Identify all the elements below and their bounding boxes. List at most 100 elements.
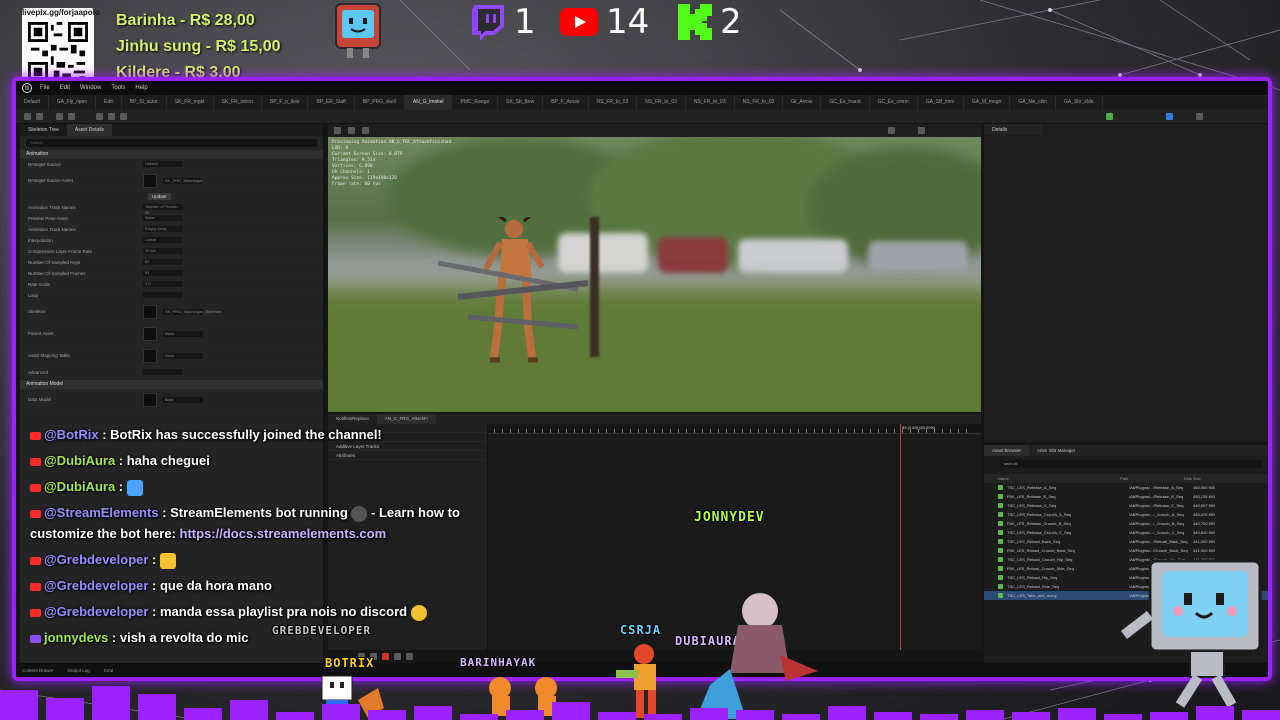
editor-tab[interactable]: SK_FR_mgkt (167, 95, 214, 110)
step-forward-icon[interactable] (406, 653, 413, 660)
content-drawer-button[interactable]: Content Drawer (22, 668, 54, 673)
perspective-icon[interactable] (348, 127, 355, 134)
menu-item-file[interactable]: File (40, 85, 50, 91)
property-value[interactable]: None (143, 215, 183, 221)
youtube-badge-icon (30, 608, 41, 617)
editor-tab[interactable]: GA_M_mogn (964, 95, 1011, 110)
record-icon[interactable] (382, 653, 389, 660)
property-value[interactable]: 52 (143, 259, 183, 265)
tab-asset-details[interactable]: Asset Details (66, 124, 113, 136)
property-value[interactable]: 1.0 (143, 281, 183, 287)
anim-sequence-icon (998, 503, 1003, 508)
section-animation-model[interactable]: Animation Model (20, 380, 323, 389)
property-value[interactable]: Bone (163, 396, 203, 403)
anim-mode-icon[interactable] (120, 113, 127, 120)
editor-tab[interactable]: GA_Shr_clde (1056, 95, 1103, 110)
menu-item-help[interactable]: Help (135, 85, 147, 91)
column-name[interactable]: Name (998, 476, 1120, 481)
menu-item-window[interactable]: Window (80, 85, 101, 91)
viewport-menu-icon[interactable] (334, 127, 341, 134)
editor-tab[interactable]: SK_Sh_Bow (498, 95, 544, 110)
asset-row[interactable]: TSC_LES_Release_Crouch_C_Seq/All/Plugins… (984, 528, 1268, 537)
tab-anim-slot-manager[interactable]: Anim Slot Manager (1029, 445, 1083, 456)
editor-tab[interactable]: NS_FR_to_03 (735, 95, 784, 110)
editor-tab[interactable]: BP_F_n_llow (262, 95, 309, 110)
editor-tab[interactable]: Default (16, 95, 49, 110)
property-value[interactable]: Empty Array (143, 226, 183, 232)
asset-thumbnail[interactable] (143, 326, 157, 341)
column-disk-size[interactable]: Disk Size (1184, 476, 1234, 481)
asset-row[interactable]: FAK_LES_Release_B_Seq/All/Plugins/.../Re… (984, 492, 1268, 501)
camera-speed-icon[interactable] (918, 127, 925, 134)
skeleton-mode-icon[interactable] (96, 113, 103, 120)
editor-tab[interactable]: AN_G_lmskel (404, 95, 453, 110)
lit-mode-icon[interactable] (362, 127, 369, 134)
editor-tab[interactable]: NS_FR_to_03 (589, 95, 638, 110)
property-value[interactable]: Number of Tracks: 92 (143, 204, 183, 215)
details-search-input[interactable]: Search (26, 139, 317, 147)
asset-thumbnail[interactable] (143, 348, 157, 363)
editor-tab[interactable]: BP_F_Arrow (543, 95, 589, 110)
editor-tab[interactable]: NS_FR_to_03 (637, 95, 686, 110)
play-icon[interactable] (1106, 113, 1113, 120)
editor-tab[interactable]: BP_PRG_skell (355, 95, 405, 110)
menu-item-tools[interactable]: Tools (111, 85, 125, 91)
column-path[interactable]: Path (1120, 476, 1184, 481)
property-value[interactable]: SK_PRG_Mannequin_Skeleton (163, 308, 221, 315)
grid-snap-icon[interactable] (888, 127, 895, 134)
editor-tab[interactable]: GA_SB_lmnr (918, 95, 964, 110)
asset-thumbnail[interactable] (143, 173, 157, 188)
editor-tab[interactable]: GA_Fiji_open (49, 95, 97, 110)
animation-viewport[interactable]: Previewing Animation AN_G_FBC_AttackFini… (328, 137, 981, 412)
editor-tab[interactable]: NS_FR_to_03 (686, 95, 735, 110)
tab-anim-sequence[interactable]: AN_G_FRG_AttackFi (376, 414, 436, 424)
tab-notifies[interactable]: Notifies/Replace (328, 414, 377, 424)
output-log-button[interactable]: Output Log (68, 668, 90, 673)
tab-details[interactable]: Details (984, 124, 1042, 135)
tab-asset-browser[interactable]: Asset Browser (984, 445, 1030, 456)
editor-tab[interactable]: GI_Arrow (783, 95, 822, 110)
asset-row[interactable]: TSC_LES_Release_C_Seq/All/Plugins/.../Re… (984, 501, 1268, 510)
property-value[interactable]: 30 fps (143, 248, 183, 254)
mesh-mode-icon[interactable] (108, 113, 115, 120)
more-icon[interactable] (1196, 113, 1203, 120)
property-value[interactable]: Linear (143, 237, 183, 243)
property-value[interactable]: None (163, 330, 203, 337)
asset-row[interactable]: TSC_LES_Release_Crouch_A_Seq/All/Plugins… (984, 510, 1268, 519)
asset-thumbnail[interactable] (143, 304, 157, 319)
asset-thumbnail[interactable] (143, 392, 157, 407)
editor-tab[interactable]: BP_ER_Staff (308, 95, 355, 110)
asset-search-input[interactable]: seek kil (1000, 460, 1262, 468)
play-pause-icon[interactable] (394, 653, 401, 660)
asset-row[interactable]: TSC_LES_Release_A_Seq/All/Plugins/.../Re… (984, 483, 1268, 492)
editor-tab[interactable]: GC_Ex_lnand (821, 95, 870, 110)
cmd-button[interactable]: Cmd (104, 668, 114, 673)
editor-tab[interactable]: Edit (96, 95, 122, 110)
asset-row[interactable]: TSC_LES_Reload_Back_Seq/All/Plugins/.../… (984, 537, 1268, 546)
chat-text: : (115, 479, 124, 494)
asset-row[interactable]: FAK_LES_Release_Crouch_B_Seq/All/Plugins… (984, 519, 1268, 528)
chat-link[interactable]: https://docs.streamelements.com (180, 526, 387, 541)
section-animation[interactable]: Animation (20, 150, 323, 159)
timeline-playhead[interactable] (900, 424, 901, 650)
property-value[interactable]: None (163, 352, 203, 359)
asset-row[interactable]: FAK_LES_Reload_Crouch_Back_Seq/All/Plugi… (984, 546, 1268, 555)
browse-icon[interactable] (36, 113, 43, 120)
redo-icon[interactable] (68, 113, 75, 120)
update-button[interactable]: Update (148, 193, 171, 200)
menu-item-edit[interactable]: Edit (60, 85, 70, 91)
settings-icon[interactable] (1166, 113, 1173, 120)
tab-skeleton-tree[interactable]: Skeleton Tree (20, 124, 67, 136)
editor-tab[interactable]: GC_Ex_cmnn (870, 95, 918, 110)
property-value[interactable]: Default (143, 161, 183, 167)
editor-tab[interactable]: GA_Me_cilm (1010, 95, 1056, 110)
property-value[interactable]: SK_PRG_Mannequin (163, 177, 203, 184)
editor-tab[interactable]: SK_FR_lotron (214, 95, 262, 110)
undo-icon[interactable] (56, 113, 63, 120)
property-value[interactable]: 51 (143, 270, 183, 276)
editor-tab[interactable]: PMC_Range (452, 95, 499, 110)
save-icon[interactable] (24, 113, 31, 120)
property-value[interactable] (143, 369, 183, 375)
editor-tab[interactable]: BP_SI_actor (122, 95, 167, 110)
property-value[interactable] (143, 292, 183, 298)
